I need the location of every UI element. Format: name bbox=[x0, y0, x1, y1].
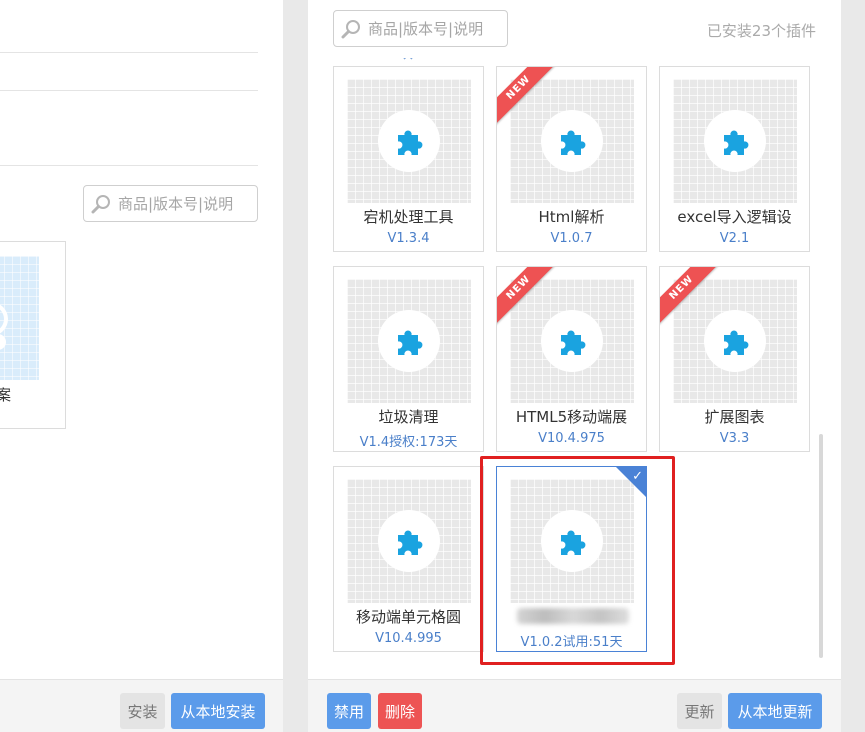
puzzle-icon bbox=[704, 310, 766, 372]
plugin-card[interactable]: excel导入逻辑设 V2.1 bbox=[659, 66, 810, 252]
plugin-card[interactable]: 垃圾清理 V1.4授权:173天 bbox=[333, 266, 484, 452]
plugin-name-redacted bbox=[517, 608, 629, 624]
plugin-version: V3.3 bbox=[719, 431, 750, 446]
plugin-thumbnail bbox=[510, 479, 634, 603]
puzzle-icon bbox=[541, 110, 603, 172]
plugin-version: V1.0.7 bbox=[550, 231, 593, 246]
search-icon bbox=[334, 11, 368, 46]
disable-button[interactable]: 禁用 bbox=[327, 693, 371, 729]
plugin-thumbnail bbox=[673, 79, 797, 203]
plugin-card[interactable]: HTML5移动端展 V10.4.975 NEW bbox=[496, 266, 647, 452]
plugin-version: V10.4.995 bbox=[375, 631, 442, 646]
plugin-thumbnail bbox=[510, 279, 634, 403]
left-search-input[interactable]: 商品|版本号|说明 bbox=[83, 185, 258, 222]
install-button[interactable]: 安装 bbox=[120, 693, 165, 729]
plugin-thumbnail bbox=[347, 479, 471, 603]
puzzle-icon bbox=[378, 310, 440, 372]
plugin-thumbnail bbox=[0, 256, 39, 380]
right-panel: 商品|版本号|说明 已安装23个插件 宕机处理工具 V1.3.4 Html解析 V1.… bbox=[308, 0, 841, 732]
plugin-card[interactable]: Html解析 V1.0.7 NEW bbox=[496, 66, 647, 252]
puzzle-icon bbox=[378, 110, 440, 172]
installed-count: 已安装23个插件 bbox=[706, 22, 816, 40]
plugin-card[interactable]: 扩展图表 V3.3 NEW bbox=[659, 266, 810, 452]
plugin-version: V10.4.975 bbox=[538, 431, 605, 446]
delete-button[interactable]: 删除 bbox=[378, 693, 422, 729]
puzzle-icon bbox=[378, 510, 440, 572]
install-local-button[interactable]: 从本地安装 bbox=[171, 693, 265, 729]
puzzle-icon bbox=[541, 310, 603, 372]
divider bbox=[0, 165, 258, 166]
checkmark-icon: ✓ bbox=[632, 468, 643, 483]
left-footer: 安装 从本地安装 bbox=[0, 679, 283, 732]
plugin-version: V1.4授权:173天 bbox=[359, 435, 458, 450]
divider bbox=[0, 52, 258, 53]
plugin-grid[interactable]: 宕机处理工具 V1.3.4 Html解析 V1.0.7 NEW excel导入逻辑设 V2.… bbox=[308, 58, 841, 668]
plugin-name: 扩展图表 bbox=[704, 408, 765, 426]
chevron-up-icon bbox=[403, 58, 413, 62]
plugin-name: 垃圾清理 bbox=[378, 408, 439, 426]
plugin-thumbnail bbox=[673, 279, 797, 403]
plugin-name: 宕机处理工具 bbox=[363, 208, 454, 226]
puzzle-icon bbox=[541, 510, 603, 572]
search-icon bbox=[84, 186, 118, 221]
plugin-name: HTML5移动端展 bbox=[515, 408, 628, 426]
plugin-version: V2.1 bbox=[719, 231, 750, 246]
plugin-card-partial[interactable]: 案 bbox=[0, 241, 66, 429]
update-local-button[interactable]: 从本地更新 bbox=[728, 693, 822, 729]
scrollbar[interactable] bbox=[819, 434, 823, 658]
search-placeholder: 商品|版本号|说明 bbox=[118, 195, 234, 213]
plugin-card[interactable]: V1.0.2试用:51天 ✓ bbox=[496, 466, 647, 652]
plugin-version: V1.3.4 bbox=[387, 231, 430, 246]
search-placeholder: 商品|版本号|说明 bbox=[368, 20, 484, 38]
right-search-input[interactable]: 商品|版本号|说明 bbox=[333, 10, 508, 47]
plugin-name: excel导入逻辑设 bbox=[677, 208, 792, 226]
plugin-card[interactable]: 宕机处理工具 V1.3.4 bbox=[333, 66, 484, 252]
divider bbox=[0, 90, 258, 91]
plugin-name: 移动端单元格圆 bbox=[355, 608, 461, 626]
plugin-thumbnail bbox=[347, 79, 471, 203]
plugin-thumbnail bbox=[347, 279, 471, 403]
plugin-name: 案 bbox=[0, 384, 11, 405]
right-footer: 禁用 删除 更新 从本地更新 bbox=[308, 679, 841, 732]
left-panel: 商品|版本号|说明 案 安装 从本地安装 bbox=[0, 0, 283, 732]
update-button[interactable]: 更新 bbox=[677, 693, 722, 729]
plugin-version: V1.0.2试用:51天 bbox=[520, 635, 623, 650]
plugin-thumbnail bbox=[510, 79, 634, 203]
puzzle-icon bbox=[704, 110, 766, 172]
plugin-card[interactable]: 移动端单元格圆 V10.4.995 bbox=[333, 466, 484, 652]
plugin-name: Html解析 bbox=[538, 208, 605, 226]
